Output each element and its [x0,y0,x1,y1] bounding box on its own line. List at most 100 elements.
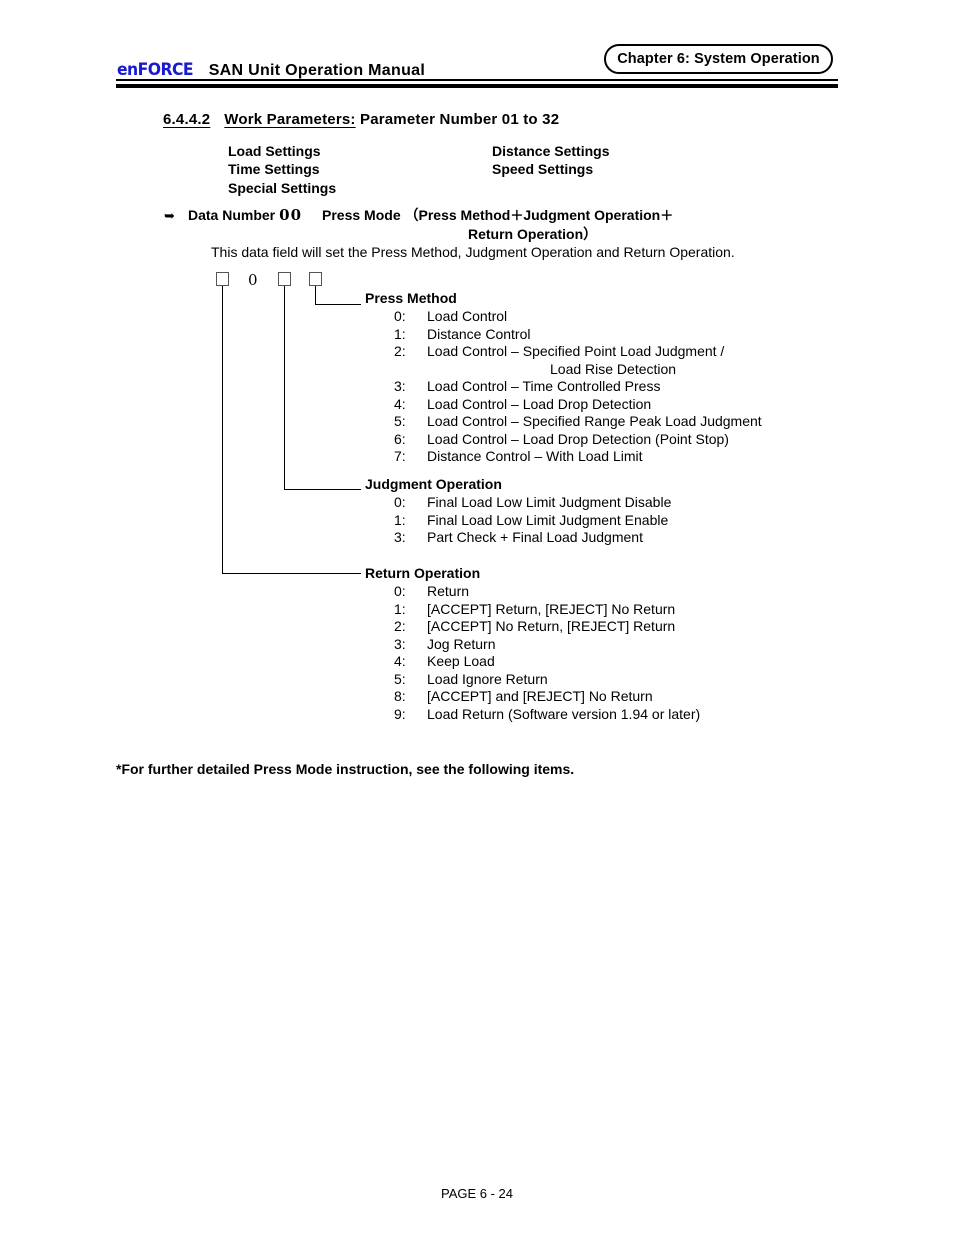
header-rule-thin [116,79,838,81]
digit-zero-static: 0 [248,271,258,289]
settings-item-speed: Speed Settings [492,161,594,178]
option-row: 6: Load Control – Load Drop Detection (P… [394,431,762,449]
option-row: 0: Final Load Low Limit Judgment Disable [394,494,671,512]
option-row: 3: Jog Return [394,636,700,654]
digit-box-judgment-operation [278,272,291,286]
option-key: 3: [394,378,406,394]
option-value: Load Control – Load Drop Detection [427,395,652,412]
option-row: 9: Load Return (Software version 1.94 or… [394,706,700,724]
section-heading: 6.4.4.2 Work Parameters: Parameter Number… [163,111,559,128]
option-key: 3: [394,529,406,545]
option-row: 5: Load Control – Specified Range Peak L… [394,413,762,431]
option-row: 4: Keep Load [394,653,700,671]
option-value: Keep Load [427,653,495,669]
settings-item-load: Load Settings [228,143,321,159]
branch-title-press-method: Press Method [365,290,457,306]
settings-row: Load Settings Distance Settings [228,142,712,160]
chapter-badge-label: Chapter 6: System Operation [617,51,820,67]
option-value: [ACCEPT] No Return, [REJECT] Return [427,618,676,634]
leader-vline-judgment-operation [284,286,285,490]
branch-title-judgment-operation: Judgment Operation [365,476,502,492]
formula-judgment-operation: Judgment Operation [523,207,661,223]
section-title-underlined: Work Parameters: [224,111,356,128]
digit-box-return-operation [216,272,229,286]
manual-title: SAN Unit Operation Manual [208,62,426,79]
option-key: 9: [394,705,406,722]
enforce-logo: enFORCE [117,60,194,80]
formula-return-operation: Return Operation [468,226,584,242]
option-key: 1: [394,511,406,528]
option-key: 6: [394,430,406,447]
option-key-empty [394,361,427,379]
option-key: 4: [394,395,406,412]
option-key: 5: [394,670,406,687]
section-number: 6.4.4.2 [163,111,211,128]
option-value: Load Ignore Return [427,670,548,687]
option-row: 8: [ACCEPT] and [REJECT] No Return [394,688,700,706]
data-field-description: This data field will set the Press Metho… [211,244,735,260]
manual-page: Chapter 6: System Operation enFORCE SAN … [0,0,954,1235]
option-value: Final Load Low Limit Judgment Enable [427,511,669,528]
option-row: 5: Load Ignore Return [394,671,700,689]
option-row: 4: Load Control – Load Drop Detection [394,396,762,414]
option-row-continuation: Load Rise Detection [394,361,762,379]
option-value: [ACCEPT] Return, [REJECT] No Return [427,600,676,617]
option-row: 3: Part Check + Final Load Judgment [394,529,671,547]
leader-hline-press-method [315,304,361,305]
page-footer: PAGE 6 - 24 [0,1186,954,1201]
option-value: Load Control – Specified Point Load Judg… [427,343,725,359]
formula-plus-2: ＋ [660,209,674,224]
leader-hline-return-operation [222,573,361,574]
settings-row: Time Settings Speed Settings [228,160,712,178]
branch-title-return-operation: Return Operation [365,565,481,581]
settings-row: Special Settings [228,179,712,197]
option-key: 4: [394,653,406,669]
option-row: 2: [ACCEPT] No Return, [REJECT] Return [394,618,700,636]
footnote: *For further detailed Press Mode instruc… [116,761,575,777]
formula-press-method: Press Method [418,207,511,223]
option-value: [ACCEPT] and [REJECT] No Return [427,688,653,704]
option-key: 3: [394,635,406,652]
option-value: Jog Return [427,635,496,652]
leader-vline-press-method [315,286,316,305]
formula-close-paren: ） [583,226,598,242]
option-value: Load Control – Load Drop Detection (Poin… [427,430,729,447]
option-list-return-operation: 0: Return 1: [ACCEPT] Return, [REJECT] N… [394,583,700,723]
option-value: Return [427,583,470,599]
option-value: Final Load Low Limit Judgment Disable [427,494,672,510]
data-number-heading-line2: Return Operation） [468,224,597,244]
option-value: Load Control – Specified Range Peak Load… [427,413,762,429]
option-row: 1: Final Load Low Limit Judgment Enable [394,512,671,530]
header-rule-thick [116,84,838,88]
settings-item-distance: Distance Settings [492,143,610,159]
settings-item-blank [492,179,712,197]
option-row: 1: [ACCEPT] Return, [REJECT] No Return [394,601,700,619]
masthead: enFORCE SAN Unit Operation Manual [117,60,425,80]
digit-box-press-method [309,272,322,286]
settings-item-time: Time Settings [228,161,320,178]
option-key: 5: [394,413,406,429]
option-value: Load Control [427,308,508,324]
option-key: 0: [394,308,406,324]
chapter-badge: Chapter 6: System Operation [604,44,833,74]
option-value: Distance Control – With Load Limit [427,448,643,464]
option-row: 0: Return [394,583,700,601]
option-key: 0: [394,494,406,510]
option-row: 0: Load Control [394,308,762,326]
option-key: 2: [394,618,406,634]
leader-vline-return-operation [222,286,223,574]
option-list-press-method: 0: Load Control 1: Distance Control 2: L… [394,308,762,466]
option-key: 2: [394,343,406,359]
option-row: 3: Load Control – Time Controlled Press [394,378,762,396]
formula-plus-1: ＋ [510,209,524,224]
option-key: 1: [394,600,406,617]
option-row: 2: Load Control – Specified Point Load J… [394,343,762,361]
section-title-trailing: Parameter Number 01 to 32 [359,111,560,128]
leader-hline-judgment-operation [284,489,361,490]
press-mode-label: Press Mode [322,207,401,223]
arrow-bullet-icon: ➥ [164,209,175,224]
option-row: 1: Distance Control [394,326,762,344]
settings-item-special: Special Settings [228,179,337,196]
option-value-continuation: Load Rise Detection [550,360,677,377]
option-row: 7: Distance Control – With Load Limit [394,448,762,466]
